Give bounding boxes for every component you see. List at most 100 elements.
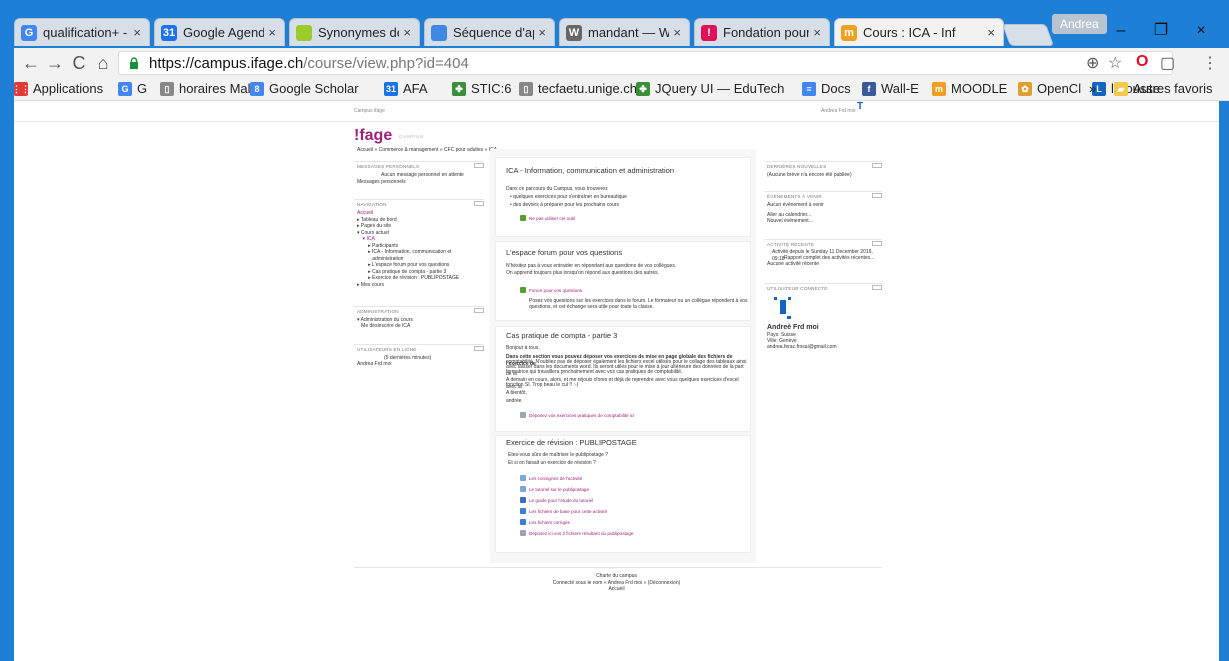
chat-icon <box>520 215 526 221</box>
user-name: Andreè Frd moi <box>767 324 819 331</box>
folder-icon <box>520 508 526 514</box>
footer-home-link[interactable]: Accueil <box>14 586 1219 593</box>
bookmark-item[interactable]: f Wall-E <box>862 80 919 98</box>
nav-item[interactable]: ▸ Exercice de révision : PUBLIPOSTAGE <box>357 275 459 282</box>
close-window-button[interactable]: × <box>1181 18 1221 44</box>
new-event-link[interactable]: Nouvel événement... <box>767 218 813 225</box>
profile-button[interactable]: Andrea <box>1052 14 1107 34</box>
nav-item[interactable]: ▸ L'espace forum pour vos questions <box>357 262 459 269</box>
online-user[interactable]: Andrea Frd moi <box>357 361 391 368</box>
admin-unenrol-link[interactable]: Me désinscrire de ICA <box>357 323 410 330</box>
bookmark-item[interactable]: ▯ horaires Maltt <box>160 80 258 98</box>
folder-icon: ▰ <box>1114 82 1128 96</box>
bookmark-item[interactable]: ✤ JQuery UI — EduTech <box>636 80 784 98</box>
tab-title: Synonymes de <box>318 25 400 40</box>
section-text: Bonjour à tous, <box>506 345 540 351</box>
nav-item[interactable]: ▸ ICA - Information, communication et <box>357 249 459 256</box>
block-title: ÉVÉNEMENTS À VENIR <box>767 194 822 199</box>
browser-tab[interactable]: Wmandant — Wi × <box>559 18 690 46</box>
block-collapse-icon[interactable] <box>872 163 882 168</box>
extension-icon[interactable]: ▢ <box>1160 53 1175 73</box>
resource-link[interactable]: Les consignes de l'activité <box>520 475 582 481</box>
browser-tab[interactable]: m Cours : ICA - Inf × <box>834 18 1004 46</box>
bookmark-item[interactable]: ✿ OpenCl <box>1018 80 1081 98</box>
bookmark-item[interactable]: 8 Google Scholar <box>250 80 359 98</box>
browser-tab[interactable]: Synonymes de × <box>289 18 420 46</box>
minimize-button[interactable]: – <box>1101 18 1141 44</box>
bookmark-label: Google Scholar <box>269 81 359 96</box>
tab-close-icon[interactable]: × <box>133 25 141 40</box>
menu-icon[interactable]: ⋮ <box>1202 53 1218 73</box>
bookmark-item[interactable]: ⋮⋮ Applications <box>12 80 103 98</box>
footer-charter-link[interactable]: Charte du campus <box>14 573 1219 580</box>
resource-link[interactable]: Le guide pour l'étude du tutoriel <box>520 497 593 503</box>
bookmark-item[interactable]: GG <box>118 80 147 98</box>
block-collapse-icon[interactable] <box>474 163 484 168</box>
messages-link[interactable]: Messages personnels <box>357 179 406 186</box>
block-collapse-icon[interactable] <box>872 241 882 246</box>
block-collapse-icon[interactable] <box>474 346 484 351</box>
tab-close-icon[interactable]: × <box>403 25 411 40</box>
address-bar[interactable]: https://campus.ifage.ch/course/view.php?… <box>118 51 1173 75</box>
nav-item[interactable]: ▸ Mes cours <box>357 282 459 289</box>
tab-close-icon[interactable]: × <box>538 25 546 40</box>
url-path: /course/view.php?id=404 <box>303 55 469 72</box>
block-collapse-icon[interactable] <box>474 201 484 206</box>
bookmark-item[interactable]: m MOODLE <box>932 80 1007 98</box>
bookmark-item[interactable]: 31 AFA <box>384 80 428 98</box>
bookmark-favicon-icon: ✤ <box>636 82 650 96</box>
block-collapse-icon[interactable] <box>872 193 882 198</box>
bookmark-label: tecfaetu.unige.ch <box>538 81 638 96</box>
bookmark-item[interactable]: ✤ STIC:6 <box>452 80 511 98</box>
block-news: DERNIÈRES NOUVELLES (Aucune brève n'a en… <box>764 161 882 184</box>
forward-button[interactable]: → <box>44 52 66 74</box>
browser-tab[interactable]: Séquence d'app × <box>424 18 555 46</box>
navigation-tree: Accueil ▸ Tableau de bord ▸ Pages du site ▾… <box>357 210 459 288</box>
bookmark-item[interactable]: ≡ Docs <box>802 80 851 98</box>
home-button[interactable]: ⌂ <box>92 52 114 74</box>
block-title: NAVIGATION <box>357 202 387 207</box>
bookmark-label: G <box>137 81 148 96</box>
restore-button[interactable]: ❐ <box>1141 18 1181 44</box>
section-bullet: • quelques exercices pour s'entraîner en… <box>510 194 627 200</box>
tab-favicon-icon <box>296 24 312 41</box>
bookmark-item[interactable]: » <box>1089 80 1096 98</box>
browser-tab[interactable]: 31 Google Agenda × <box>154 18 285 46</box>
block-collapse-icon[interactable] <box>872 285 882 290</box>
user-menu[interactable]: Andrea Frd moi <box>821 108 855 115</box>
bookmark-favicon-icon: 31 <box>384 82 398 96</box>
other-bookmarks[interactable]: ▰ Autres favoris <box>1114 80 1212 98</box>
zoom-icon[interactable]: ⊕ <box>1086 53 1099 73</box>
assignment-icon <box>520 412 526 418</box>
browser-tab[interactable]: ! Fondation pour × <box>694 18 830 46</box>
user-avatar-icon[interactable] <box>772 294 794 320</box>
section-ica: ICA - Information, communication et admi… <box>495 157 751 237</box>
browser-tab[interactable]: Gqualification+ - × <box>14 18 150 46</box>
bookmark-item[interactable]: ▯ tecfaetu.unige.ch <box>519 80 637 98</box>
block-collapse-icon[interactable] <box>474 308 484 313</box>
tab-close-icon[interactable]: × <box>673 25 681 40</box>
page-viewport: Campus ifage Andrea Frd moi Ť !fage CAMP… <box>14 101 1219 661</box>
site-name[interactable]: Campus ifage <box>354 108 385 115</box>
block-title: UTILISATEURS EN LIGNE <box>357 347 417 352</box>
back-button[interactable]: ← <box>20 52 42 74</box>
tab-close-icon[interactable]: × <box>987 25 995 40</box>
opera-icon[interactable]: O <box>1136 53 1148 71</box>
assignment-link[interactable]: Déposez ici vos 2 fichiers résultant du … <box>520 530 633 536</box>
resource-link[interactable]: Les fichiers corrigés <box>520 519 570 525</box>
bookmark-star-icon[interactable]: ☆ <box>1108 53 1122 73</box>
ifage-logo[interactable]: !fage <box>354 127 392 145</box>
new-tab-button[interactable] <box>1001 24 1055 46</box>
assignment-link[interactable]: Déposez vos exercices pratiques de compt… <box>520 412 634 418</box>
breadcrumb[interactable]: Accueil » Commerce & management » CFC po… <box>357 147 497 154</box>
resource-link[interactable]: Le tutoriel sur le publipostage <box>520 486 589 492</box>
user-email[interactable]: andrea.ferac.frosai@gmail.com <box>767 344 837 351</box>
bookmark-label: Wall-E <box>881 81 919 96</box>
resource-link[interactable]: Les fichiers de base pour cette activité <box>520 508 607 514</box>
reload-button[interactable]: C <box>68 52 90 74</box>
tab-close-icon[interactable]: × <box>813 25 821 40</box>
forum-link[interactable]: Forum pour vos questions <box>520 287 582 293</box>
user-avatar[interactable]: Ť <box>857 102 863 111</box>
activity-link[interactable]: Ne pas utiliser cet outil <box>520 215 575 221</box>
tab-close-icon[interactable]: × <box>268 25 276 40</box>
